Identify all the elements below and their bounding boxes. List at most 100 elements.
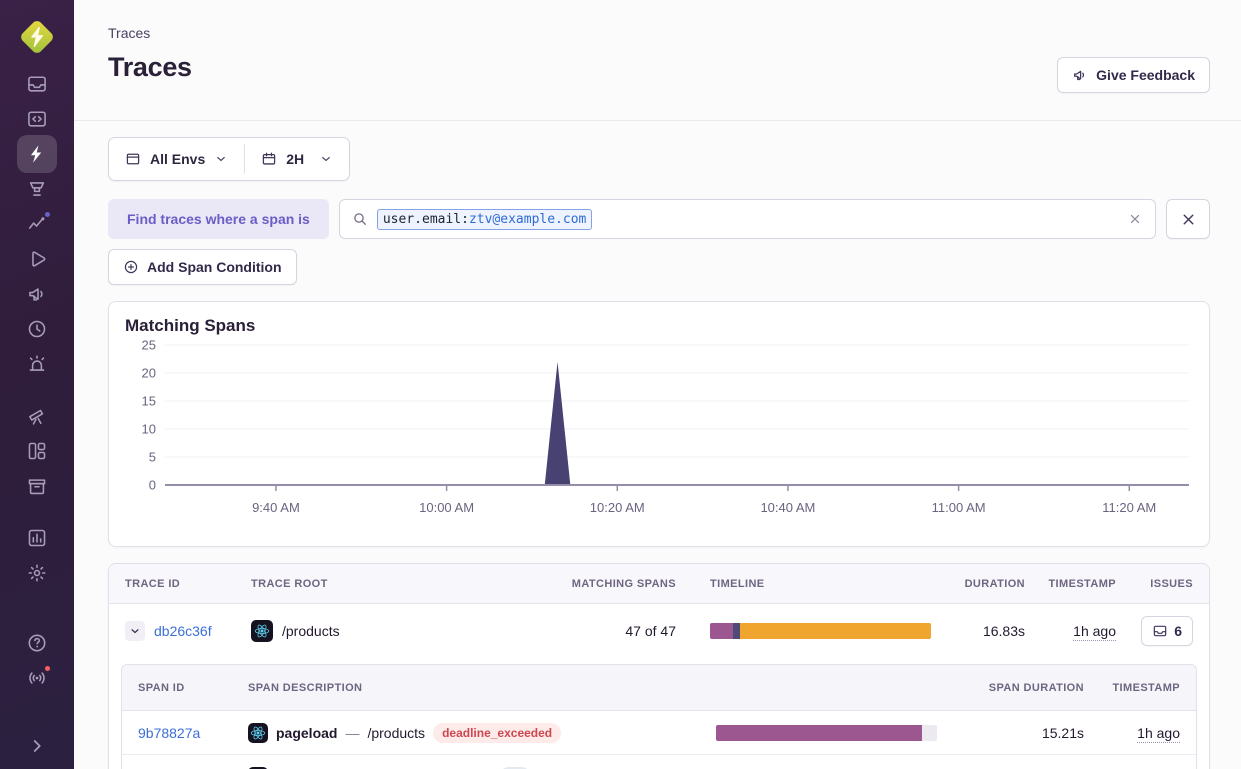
help-icon [26, 632, 48, 654]
col-trace-root: TRACE ROOT [251, 578, 564, 590]
sidebar-item-whats-new[interactable] [26, 667, 48, 689]
chevron-down-icon [214, 152, 228, 166]
svg-text:10: 10 [142, 422, 156, 437]
sidebar-item-issues[interactable] [26, 73, 48, 95]
span-duration: 15.21s [937, 725, 1084, 741]
crons-icon [26, 475, 48, 497]
sidebar-item-projects[interactable] [26, 108, 48, 130]
sidebar-item-alerts[interactable] [26, 353, 48, 375]
sidebar-item-settings[interactable] [26, 562, 48, 584]
trace-row: db26c36f /products 47 of 47 16.83s 1h ag… [109, 604, 1209, 658]
sidebar-item-user-feedback[interactable] [26, 283, 48, 305]
sidebar-item-stats[interactable] [26, 527, 48, 549]
react-icon [248, 723, 268, 743]
span-id-link[interactable]: 9b78827a [138, 725, 200, 741]
calendar-icon [261, 151, 277, 167]
profiling-icon [26, 178, 48, 200]
timerange-selector[interactable]: 2H [245, 138, 349, 180]
svg-text:0: 0 [149, 478, 156, 493]
traces-icon [26, 143, 48, 165]
sidebar [0, 0, 74, 769]
span-search-input[interactable]: user.email:ztv@example.com [339, 199, 1156, 239]
window-icon [125, 151, 141, 167]
traces-table: TRACE ID TRACE ROOT MATCHING SPANS TIMEL… [108, 563, 1210, 769]
matching-spans-panel: Matching Spans 0 5 10 15 20 25 9:40 AM 10:00 AM… [108, 301, 1210, 547]
sidebar-item-explore-traces[interactable] [17, 135, 57, 173]
trace-issues-button[interactable]: 6 [1141, 616, 1193, 646]
page-header: Traces Traces Give Feedback [74, 0, 1241, 121]
breadcrumb[interactable]: Traces [108, 25, 150, 41]
stats-icon [26, 527, 48, 549]
close-icon [1180, 211, 1197, 228]
search-icon [352, 211, 368, 227]
col-span-timestamp: TIMESTAMP [1084, 682, 1180, 694]
sidebar-nav [0, 73, 74, 689]
span-description: /products [367, 725, 425, 741]
sidebar-collapse-button[interactable] [26, 735, 48, 757]
dashboards-icon [26, 440, 48, 462]
search-token[interactable]: user.email:ztv@example.com [377, 209, 593, 230]
issues-icon [26, 73, 48, 95]
spans-table: SPAN ID SPAN DESCRIPTION SPAN DURATION T… [121, 664, 1197, 769]
sidebar-item-discover[interactable] [26, 405, 48, 427]
chart-title: Matching Spans [125, 316, 1193, 336]
megaphone-icon [1072, 67, 1088, 83]
span-timestamp: 1h ago [1137, 725, 1180, 743]
clear-search-icon[interactable] [1127, 211, 1143, 227]
col-duration: DURATION [931, 578, 1025, 590]
span-separator: — [345, 725, 359, 741]
chevron-down-icon [129, 625, 141, 637]
svg-text:15: 15 [142, 394, 156, 409]
projects-icon [26, 108, 48, 130]
svg-text:25: 25 [142, 338, 156, 353]
chevron-right-icon [26, 735, 48, 757]
col-span-duration: SPAN DURATION [937, 682, 1084, 694]
react-icon [251, 620, 273, 642]
main-area: Traces Traces Give Feedback All Envs [74, 0, 1241, 769]
query-builder-row: Find traces where a span is user.email:z… [108, 199, 1210, 239]
sidebar-item-dashboards[interactable] [26, 440, 48, 462]
svg-text:20: 20 [142, 366, 156, 381]
sidebar-item-profiling[interactable] [26, 178, 48, 200]
sidebar-item-crons[interactable] [26, 475, 48, 497]
sidebar-item-help[interactable] [26, 632, 48, 654]
replays-icon [26, 248, 48, 270]
col-timeline: TIMELINE [676, 578, 931, 590]
add-span-condition-button[interactable]: Add Span Condition [108, 249, 297, 285]
sidebar-item-insights[interactable] [26, 213, 48, 235]
svg-text:11:00 AM: 11:00 AM [932, 500, 986, 515]
close-search-button[interactable] [1166, 199, 1210, 239]
search-token-value: ztv@example.com [469, 212, 586, 227]
span-timeline-bar [716, 725, 937, 741]
alerts-icon [26, 353, 48, 375]
give-feedback-button[interactable]: Give Feedback [1057, 57, 1210, 93]
spans-table-header: SPAN ID SPAN DESCRIPTION SPAN DURATION T… [122, 665, 1196, 711]
span-status-badge: deadline_exceeded [433, 723, 561, 743]
svg-text:10:40 AM: 10:40 AM [760, 500, 815, 515]
span-row: b7a7e441 py http.server — GET /organizat… [122, 755, 1196, 769]
plus-circle-icon [123, 259, 139, 275]
discover-icon [26, 405, 48, 427]
trace-duration: 16.83s [931, 623, 1025, 639]
svg-text:5: 5 [149, 450, 156, 465]
traces-table-header: TRACE ID TRACE ROOT MATCHING SPANS TIMEL… [109, 564, 1209, 604]
sentry-logo[interactable] [0, 0, 74, 57]
timerange-label: 2H [286, 151, 304, 167]
trace-root-label: /products [282, 623, 340, 639]
svg-text:9:40 AM: 9:40 AM [252, 500, 300, 515]
trace-issues-count: 6 [1174, 623, 1182, 639]
sidebar-item-releases[interactable] [26, 318, 48, 340]
svg-text:11:20 AM: 11:20 AM [1102, 500, 1156, 515]
span-condition-chip: Find traces where a span is [108, 199, 329, 239]
svg-text:10:00 AM: 10:00 AM [419, 500, 474, 515]
collapse-trace-button[interactable] [125, 621, 145, 641]
environment-selector[interactable]: All Envs [109, 138, 244, 180]
trace-id-link[interactable]: db26c36f [154, 623, 212, 639]
col-issues: ISSUES [1116, 578, 1193, 590]
notification-dot [43, 210, 52, 219]
sidebar-item-replays[interactable] [26, 248, 48, 270]
svg-text:10:20 AM: 10:20 AM [590, 500, 645, 515]
matching-spans-chart: 0 5 10 15 20 25 9:40 AM 10:00 AM 10:20 AM 10:40 A… [125, 338, 1193, 528]
notification-dot [43, 664, 52, 673]
col-timestamp: TIMESTAMP [1025, 578, 1116, 590]
